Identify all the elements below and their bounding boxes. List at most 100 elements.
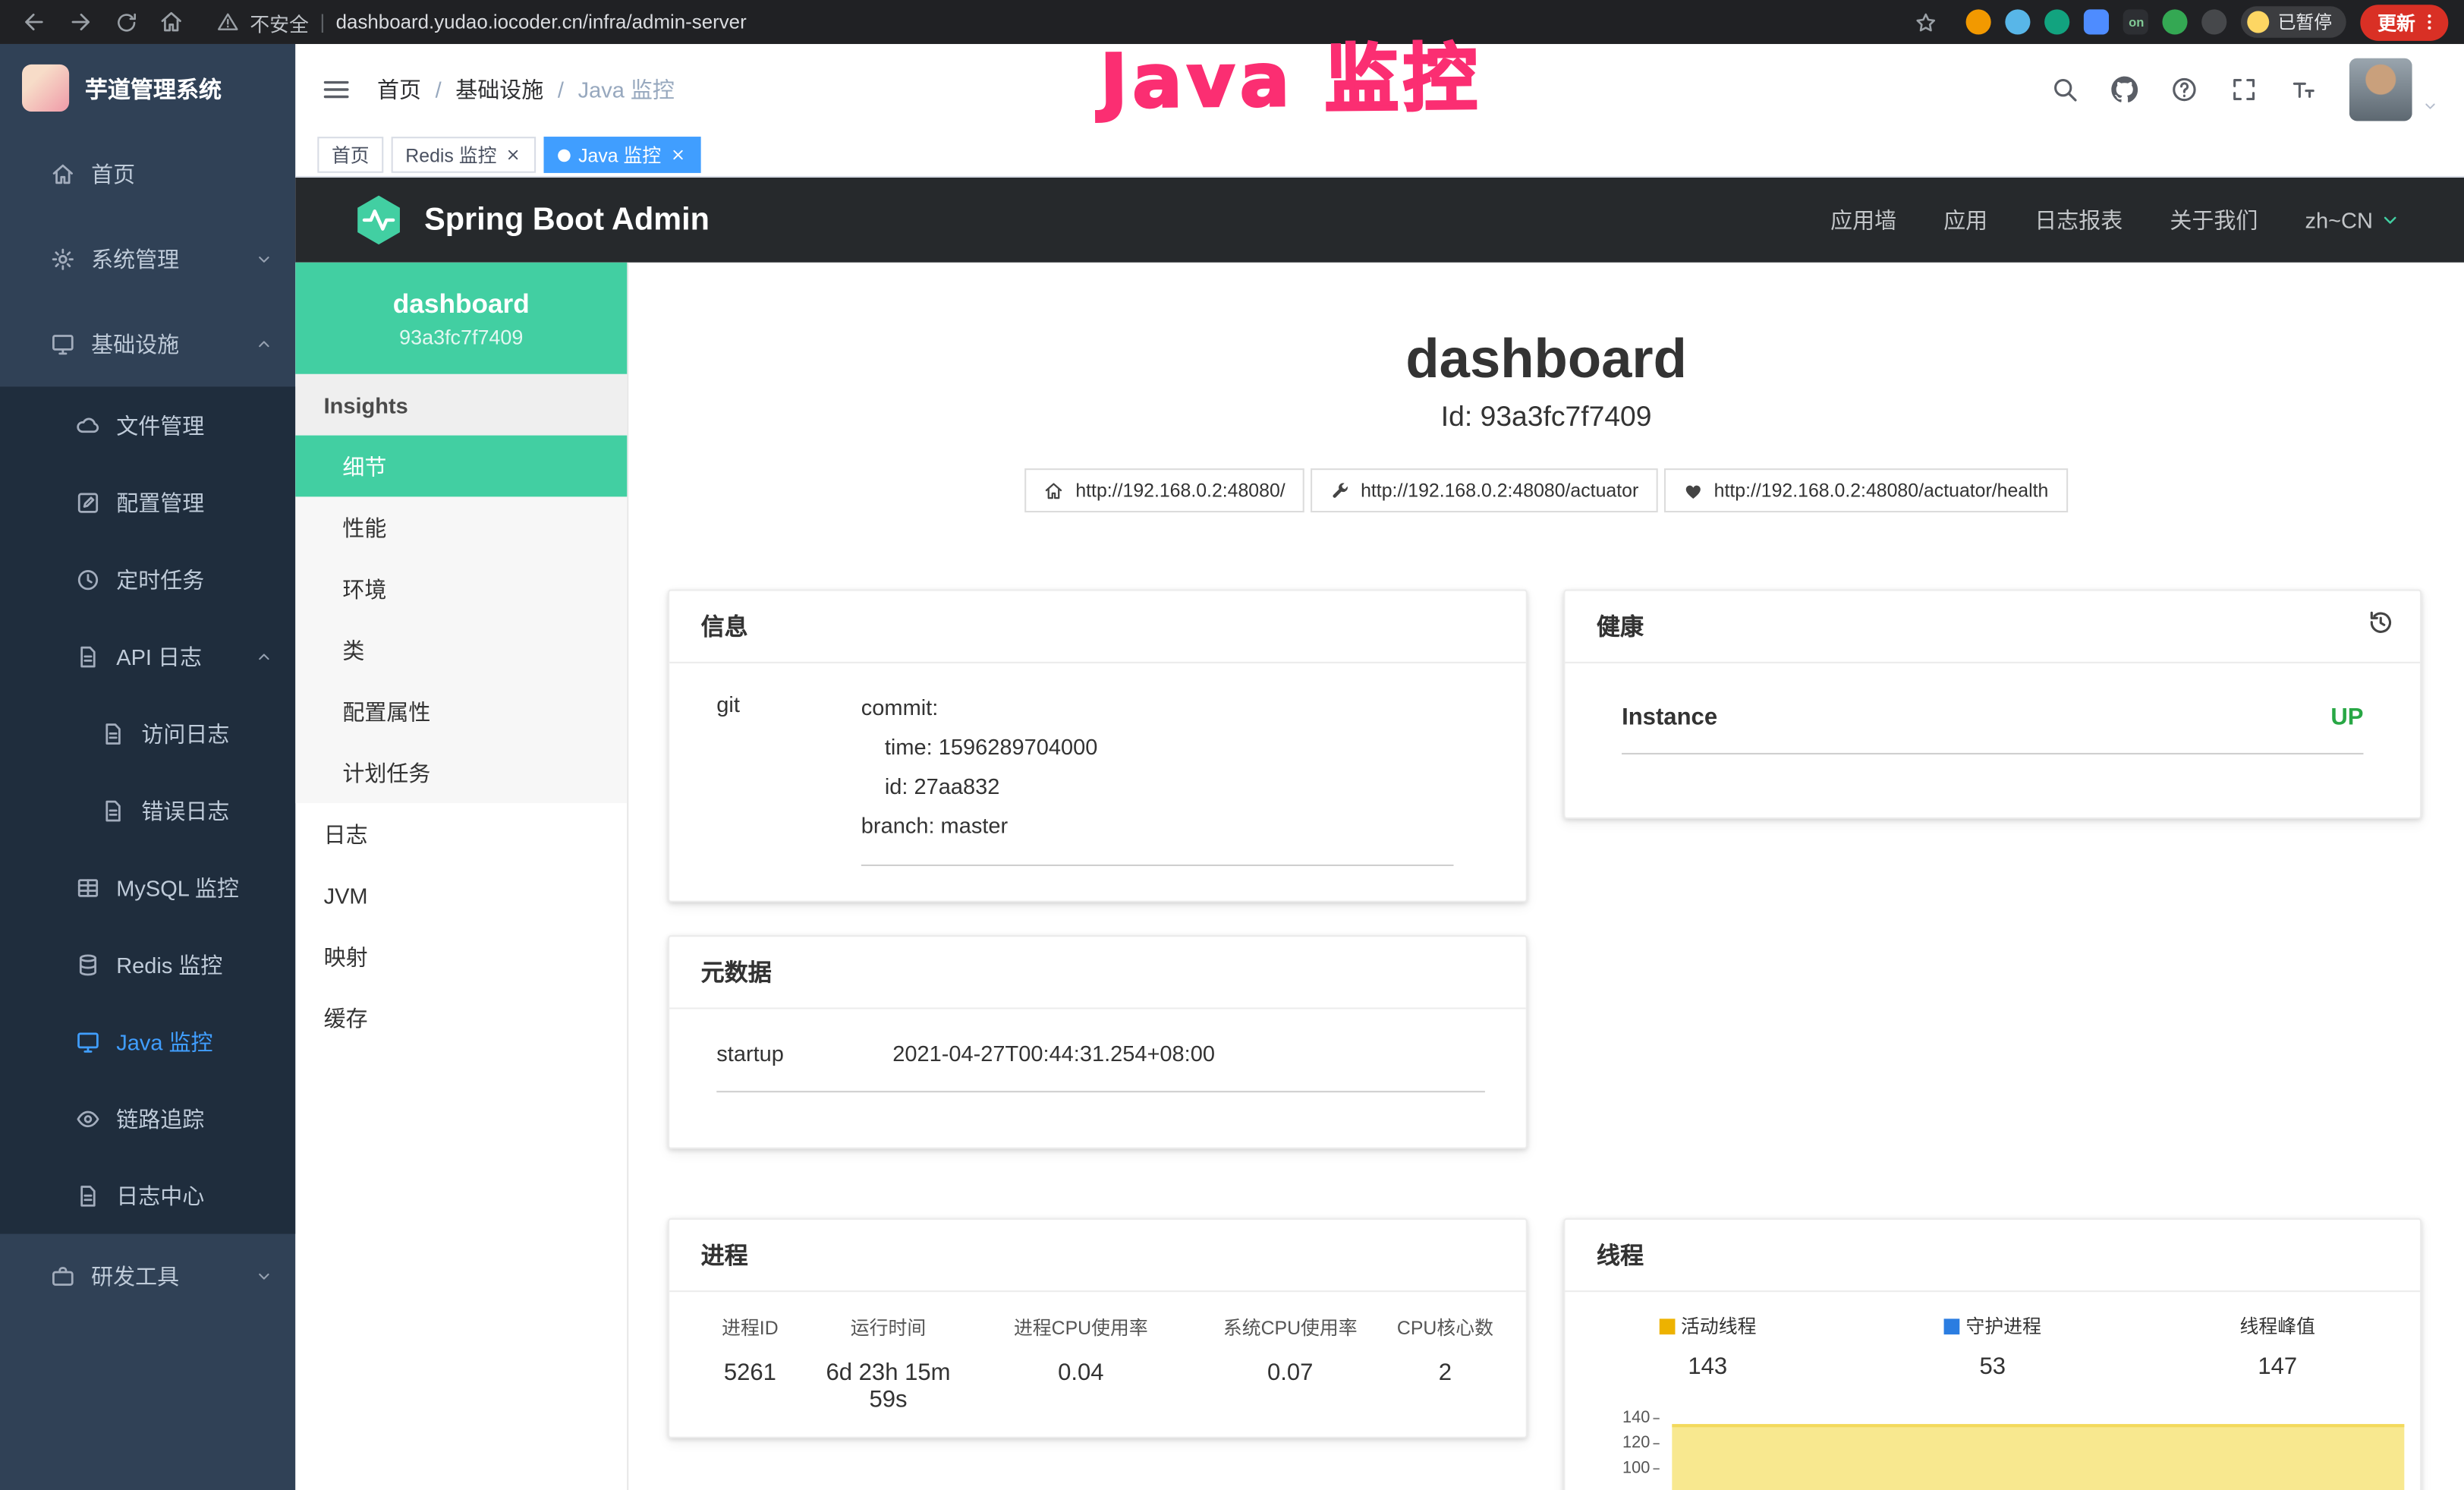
- wrench-icon: [1330, 480, 1350, 501]
- sba-menu-environment[interactable]: 环境: [295, 558, 627, 619]
- sidebar-item-trace[interactable]: 链路追踪: [0, 1080, 295, 1157]
- sidebar-item-devtools[interactable]: 研发工具: [0, 1234, 295, 1319]
- sidebar-item-system[interactable]: 系统管理: [0, 217, 295, 302]
- extension-icon[interactable]: on: [2124, 9, 2149, 34]
- threads-card: 线程 活动线程 守护进程 线程峰值 143 53 147: [1563, 1218, 2422, 1490]
- cell-value: 2: [1374, 1359, 1517, 1413]
- edit-icon: [75, 490, 100, 515]
- tab-redis[interactable]: Redis 监控: [392, 137, 537, 173]
- info-value-line: time: 1596289704000: [861, 728, 1454, 767]
- search-button[interactable]: [2050, 74, 2079, 102]
- tab-java[interactable]: Java 监控: [544, 137, 700, 173]
- forward-button[interactable]: [61, 3, 99, 41]
- tabs-bar: 首页 Redis 监控 Java 监控: [295, 134, 2464, 178]
- sidebar-item-java[interactable]: Java 监控: [0, 1003, 295, 1079]
- language-selector[interactable]: zh~CN: [2305, 207, 2401, 232]
- base-url-link[interactable]: http://192.168.0.2:48080/: [1025, 468, 1304, 512]
- user-avatar[interactable]: [2349, 58, 2412, 121]
- close-icon[interactable]: [669, 146, 687, 164]
- help-icon: [2170, 74, 2198, 102]
- instance-id: 93a3fc7f7409: [399, 325, 523, 348]
- extension-icon[interactable]: [2163, 9, 2188, 34]
- sidebar-item-mysql[interactable]: MySQL 监控: [0, 849, 295, 925]
- sba-menu-scheduled-tasks[interactable]: 计划任务: [295, 742, 627, 803]
- nav-journal[interactable]: 日志报表: [2034, 204, 2123, 235]
- github-button[interactable]: [2110, 74, 2138, 102]
- sba-group-mappings[interactable]: 映射: [295, 926, 627, 988]
- sync-paused-chip[interactable]: 已暂停: [2242, 6, 2346, 37]
- sidebar-item-cron[interactable]: 定时任务: [0, 540, 295, 617]
- breadcrumb-infra[interactable]: 基础设施: [455, 73, 543, 104]
- sba-menu-beans[interactable]: 类: [295, 619, 627, 681]
- briefcase-icon: [50, 1264, 75, 1289]
- sidebar-item-file[interactable]: 文件管理: [0, 386, 295, 463]
- column-header: 运行时间: [821, 1314, 955, 1340]
- threads-chart: 140 120 100: [1603, 1402, 2404, 1490]
- eye-icon: [75, 1106, 100, 1131]
- sidebar-item-access-log[interactable]: 访问日志: [0, 695, 295, 771]
- update-label: 更新: [2377, 8, 2415, 35]
- cell-value: 0.07: [1207, 1359, 1374, 1413]
- sidebar-item-config[interactable]: 配置管理: [0, 464, 295, 540]
- breadcrumb-separator: /: [436, 76, 442, 101]
- info-value-line: commit:: [861, 688, 1454, 728]
- history-icon[interactable]: [2367, 608, 2395, 636]
- sidebar-collapse-button[interactable]: [320, 73, 351, 104]
- active-tab-dot: [558, 149, 571, 162]
- bookmark-star-button[interactable]: [1907, 3, 1945, 41]
- info-row-value: commit: time: 1596289704000 id: 27aa832 …: [861, 688, 1454, 866]
- sidebar-item-api-log[interactable]: API 日志: [0, 618, 295, 695]
- sidebar-item-home[interactable]: 首页: [0, 132, 295, 217]
- health-card: 健康 Instance UP: [1563, 590, 2422, 819]
- process-table-headers: 进程ID 运行时间 进程CPU使用率 系统CPU使用率 CPU核心数: [679, 1314, 1517, 1340]
- paused-label: 已暂停: [2278, 9, 2332, 34]
- y-axis-tick: 120: [1603, 1434, 1660, 1453]
- sba-menu-config-props[interactable]: 配置属性: [295, 681, 627, 742]
- back-button[interactable]: [16, 3, 54, 41]
- sidebar-menu: 首页 系统管理 基础设施 文件管理 配置管理: [0, 132, 295, 1318]
- nav-applications[interactable]: 应用: [1943, 204, 1987, 235]
- metadata-row-value: 2021-04-27T00:44:31.254+08:00: [892, 1041, 1485, 1066]
- font-size-button[interactable]: [2289, 74, 2318, 102]
- threads-legend-values: 143 53 147: [1566, 1353, 2421, 1380]
- nav-about[interactable]: 关于我们: [2170, 204, 2258, 235]
- health-url-link[interactable]: http://192.168.0.2:48080/actuator/health: [1663, 468, 2067, 512]
- screenshot-root: 不安全 | dashboard.yudao.iocoder.cn/infra/a…: [0, 0, 2464, 1490]
- nav-wallboard[interactable]: 应用墙: [1830, 204, 1896, 235]
- sidebar-item-infra[interactable]: 基础设施: [0, 302, 295, 387]
- sba-group-jvm[interactable]: JVM: [295, 865, 627, 926]
- extension-icon[interactable]: [1967, 9, 1992, 34]
- sba-brand[interactable]: Spring Boot Admin: [352, 194, 710, 247]
- app-title: 芋道管理系统: [85, 71, 222, 104]
- tab-home[interactable]: 首页: [317, 137, 383, 173]
- app-brand: 芋道管理系统: [0, 44, 295, 132]
- extension-icon[interactable]: [2006, 9, 2031, 34]
- sidebar-item-error-log[interactable]: 错误日志: [0, 772, 295, 849]
- sba-sidebar: dashboard 93a3fc7f7409 Insights 细节 性能 环境…: [295, 263, 628, 1490]
- header-tools: [2050, 58, 2438, 121]
- breadcrumb-home[interactable]: 首页: [377, 73, 421, 104]
- sba-group-caches[interactable]: 缓存: [295, 987, 627, 1048]
- extension-icon[interactable]: [2202, 9, 2227, 34]
- fullscreen-button[interactable]: [2230, 74, 2258, 102]
- extension-icon[interactable]: [2045, 9, 2070, 34]
- address-bar[interactable]: 不安全 | dashboard.yudao.iocoder.cn/infra/a…: [217, 7, 1907, 36]
- help-button[interactable]: [2170, 74, 2198, 102]
- y-axis-tick: 140: [1603, 1408, 1660, 1427]
- home-button[interactable]: [153, 3, 190, 41]
- document-icon: [75, 644, 100, 669]
- sba-menu-metrics[interactable]: 性能: [295, 496, 627, 558]
- github-icon: [2110, 74, 2138, 102]
- language-label: zh~CN: [2305, 207, 2372, 232]
- sidebar-item-redis[interactable]: Redis 监控: [0, 926, 295, 1003]
- extension-icon[interactable]: [2085, 9, 2110, 34]
- breadcrumb-separator: /: [558, 76, 564, 101]
- sidebar-item-log-center[interactable]: 日志中心: [0, 1157, 295, 1233]
- sba-menu-details[interactable]: 细节: [295, 436, 627, 497]
- sba-group-logging[interactable]: 日志: [295, 803, 627, 865]
- instance-name: dashboard: [393, 288, 530, 320]
- close-icon[interactable]: [505, 146, 522, 164]
- update-button[interactable]: 更新: [2360, 4, 2448, 40]
- actuator-url-link[interactable]: http://192.168.0.2:48080/actuator: [1311, 468, 1657, 512]
- reload-button[interactable]: [107, 3, 145, 41]
